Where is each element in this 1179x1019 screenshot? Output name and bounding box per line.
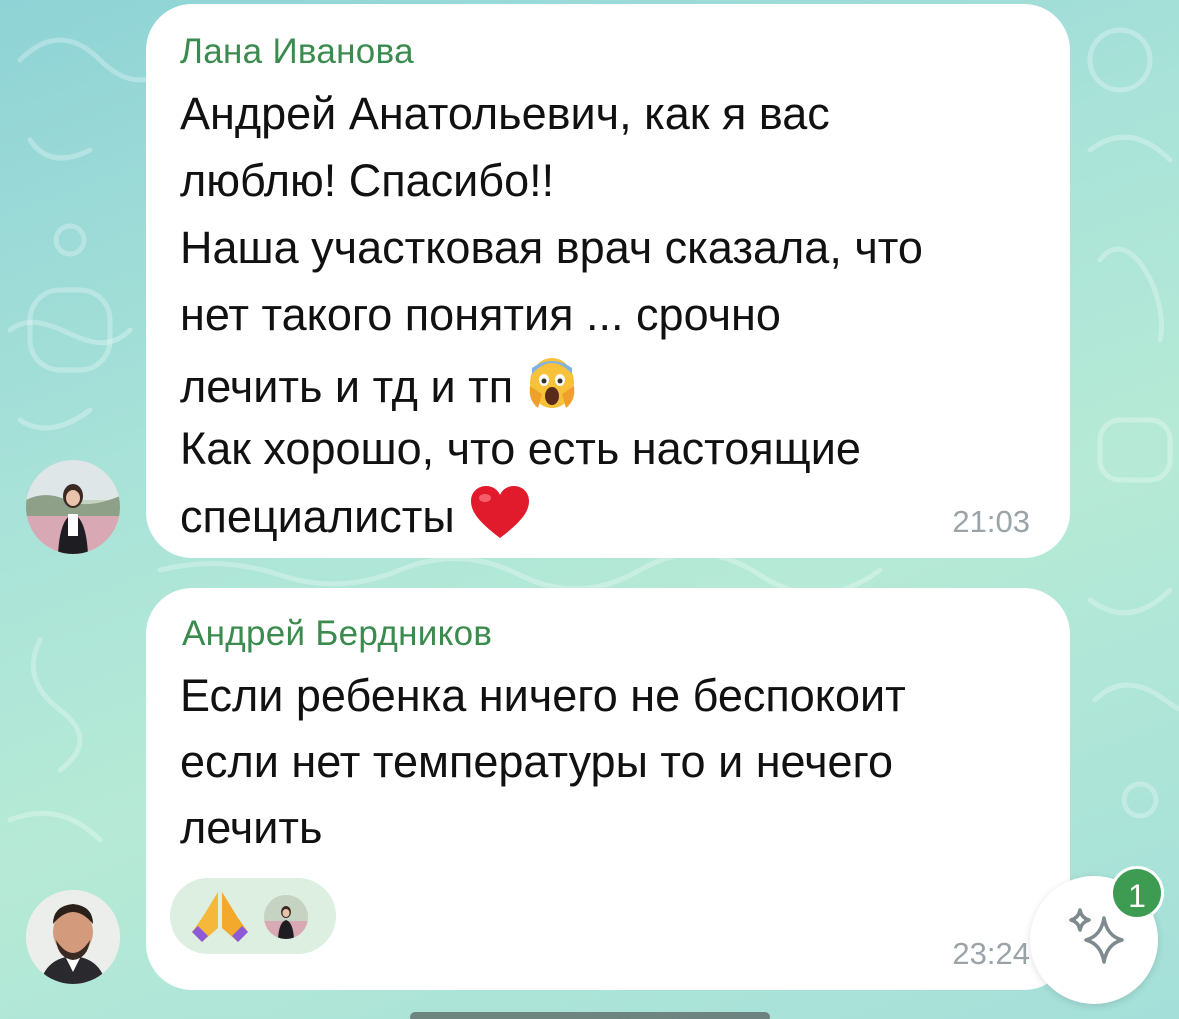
message-time: 21:03 <box>952 504 1030 539</box>
reaction-user-avatar <box>264 895 308 939</box>
message-text-line: Если ребенка ничего не беспокоит <box>180 670 906 721</box>
message-text-line: Как хорошо, что есть настоящие <box>180 423 861 474</box>
sender-name[interactable]: Андрей Бердников <box>182 614 492 654</box>
message-text-line: если нет температуры то и нечего <box>180 736 894 787</box>
message-text: специалисты <box>180 491 455 542</box>
message-bubble-lana[interactable]: Лана Иванова Андрей Анатольевич, как я в… <box>146 4 1070 558</box>
avatar-andrey[interactable] <box>26 890 120 984</box>
sender-name[interactable]: Лана Иванова <box>180 32 414 72</box>
message-time: 23:24 <box>952 936 1030 971</box>
message-text-line: люблю! Спасибо!! <box>180 155 555 206</box>
notification-badge: 1 <box>1110 866 1164 920</box>
avatar-lana[interactable] <box>26 460 120 554</box>
reaction-pill[interactable] <box>170 878 336 954</box>
screaming-face-icon <box>527 356 577 421</box>
home-indicator[interactable] <box>410 1012 770 1019</box>
message-text-line: лечить <box>180 802 323 853</box>
message-bubble-andrey[interactable]: Андрей Бердников Если ребенка ничего не … <box>146 588 1070 990</box>
folded-hands-icon <box>188 886 252 951</box>
message-text-line: нет такого понятия ... срочно <box>180 289 781 340</box>
message-text-line: Андрей Анатольевич, как я вас <box>180 88 830 139</box>
message-text: лечить и тд и тп <box>180 361 514 412</box>
message-text-line-with-emoji: лечить и тд и тп <box>180 356 577 421</box>
message-text-line-with-emoji: специалисты <box>180 484 531 551</box>
message-text-line: Наша участковая врач сказала, что <box>180 222 923 273</box>
red-heart-icon <box>469 484 531 551</box>
